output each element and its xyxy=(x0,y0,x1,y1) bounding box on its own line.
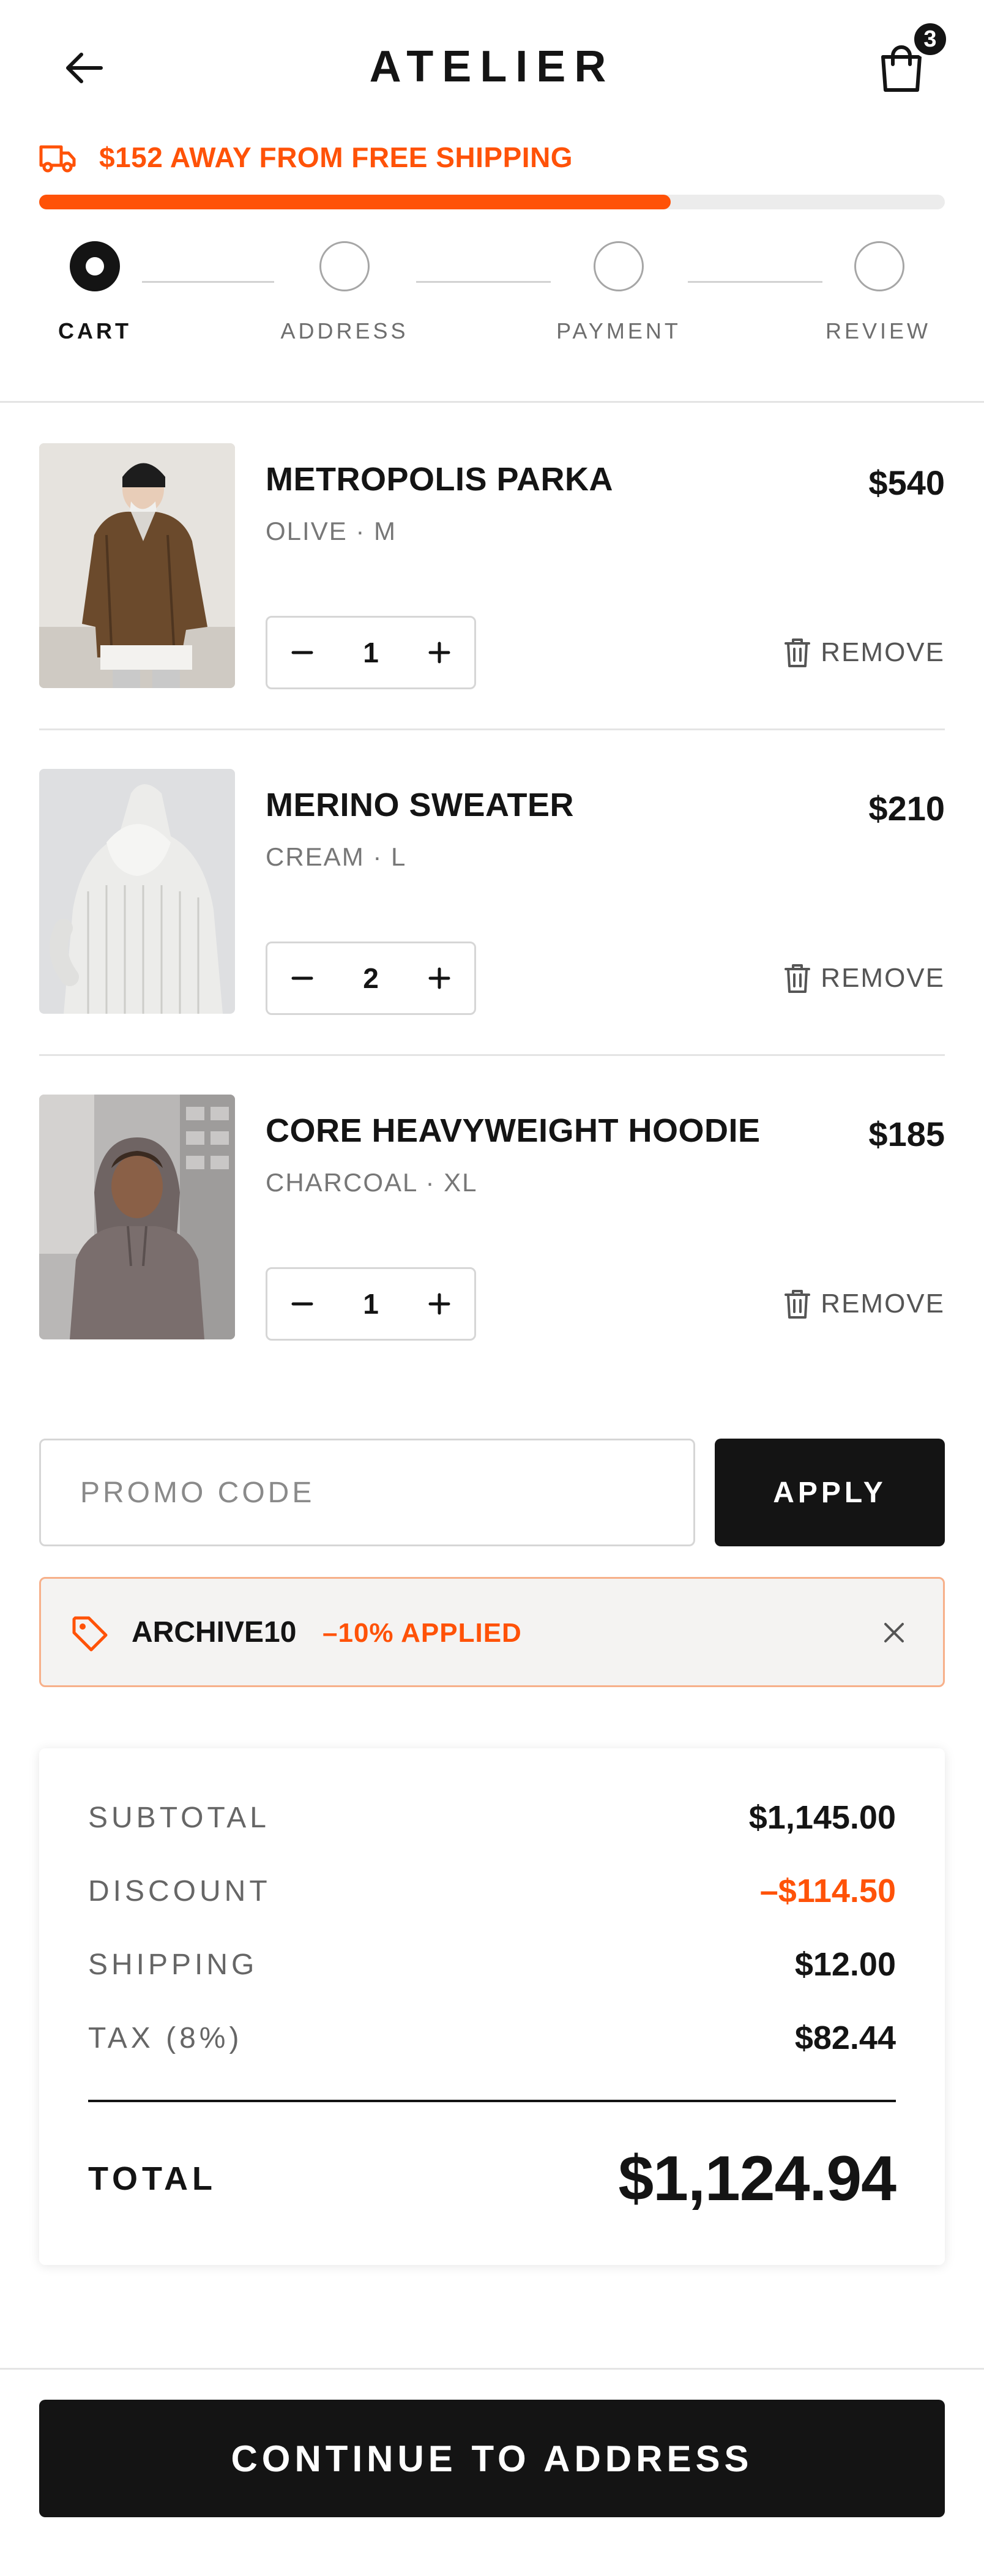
continue-to-address-button[interactable]: CONTINUE TO ADDRESS xyxy=(39,2400,945,2517)
step-address-indicator[interactable] xyxy=(319,241,370,291)
plus-icon xyxy=(428,967,450,989)
plus-icon xyxy=(428,1293,450,1315)
discount-value: –$114.50 xyxy=(759,1873,896,1909)
item-variant: OLIVE · M xyxy=(266,517,397,545)
step-review-label: REVIEW xyxy=(825,318,931,343)
discount-label: DISCOUNT xyxy=(88,1874,271,1908)
quantity-stepper: 1 xyxy=(266,616,476,689)
trash-icon xyxy=(785,1290,811,1319)
close-icon xyxy=(884,1623,904,1642)
step-cart-indicator[interactable] xyxy=(70,241,120,291)
step-address-label: ADDRESS xyxy=(280,318,409,343)
minus-icon xyxy=(291,651,313,654)
tax-label: TAX (8%) xyxy=(88,2021,243,2054)
shipping-value: $12.00 xyxy=(794,1946,896,1983)
step-payment-indicator[interactable] xyxy=(594,241,644,291)
cart-item: MERINO SWEATER $210 CREAM · L 2 REMOVE xyxy=(39,769,945,1015)
item-price: $540 xyxy=(868,463,945,502)
remove-label: REMOVE xyxy=(821,1289,945,1319)
summary-row-subtotal: SUBTOTAL $1,145.00 xyxy=(88,1796,896,1839)
item-divider xyxy=(39,728,945,730)
shipping-progress-bar xyxy=(39,195,945,209)
step-review-indicator[interactable] xyxy=(854,241,904,291)
quantity-stepper: 1 xyxy=(266,1267,476,1341)
subtotal-label: SUBTOTAL xyxy=(88,1801,270,1834)
item-name[interactable]: METROPOLIS PARKA xyxy=(266,460,613,498)
increase-quantity-button[interactable] xyxy=(422,635,457,670)
shipping-label: SHIPPING xyxy=(88,1948,258,1981)
total-label: TOTAL xyxy=(88,2160,217,2197)
trash-icon xyxy=(785,638,811,667)
product-image-hoodie[interactable] xyxy=(39,1095,235,1339)
minus-icon xyxy=(291,976,313,980)
cart-count-badge: 3 xyxy=(911,20,950,59)
item-name[interactable]: MERINO SWEATER xyxy=(266,786,574,824)
tax-value: $82.44 xyxy=(794,2020,896,2056)
shipping-progress-fill xyxy=(39,195,671,209)
remove-label: REMOVE xyxy=(821,963,945,993)
header-divider xyxy=(0,401,984,403)
summary-divider xyxy=(88,2100,896,2102)
step-cart-label: CART xyxy=(58,318,132,343)
quantity-value: 1 xyxy=(363,1288,379,1320)
trash-icon xyxy=(785,964,811,993)
decrease-quantity-button[interactable] xyxy=(285,960,320,996)
plus-icon xyxy=(428,642,450,664)
total-value: $1,124.94 xyxy=(618,2143,896,2214)
tag-icon xyxy=(72,1616,108,1652)
step-connector xyxy=(142,281,274,283)
remove-item-button[interactable]: REMOVE xyxy=(784,960,945,997)
increase-quantity-button[interactable] xyxy=(422,1286,457,1322)
item-name[interactable]: CORE HEAVYWEIGHT HOODIE xyxy=(266,1112,761,1150)
truck-icon xyxy=(39,145,76,173)
cart-item: METROPOLIS PARKA $540 OLIVE · M 1 REMOVE xyxy=(39,443,945,689)
promo-code-input[interactable] xyxy=(39,1439,695,1546)
subtotal-value: $1,145.00 xyxy=(748,1799,896,1836)
product-image-parka[interactable] xyxy=(39,443,235,688)
step-connector xyxy=(416,281,551,283)
increase-quantity-button[interactable] xyxy=(422,960,457,996)
footer-divider xyxy=(0,2368,984,2370)
step-connector xyxy=(688,281,822,283)
free-shipping-banner: $152 AWAY FROM FREE SHIPPING xyxy=(39,136,573,179)
item-variant: CHARCOAL · XL xyxy=(266,1168,478,1197)
item-price: $185 xyxy=(868,1115,945,1153)
product-image-sweater[interactable] xyxy=(39,769,235,1014)
remove-coupon-button[interactable] xyxy=(874,1613,914,1652)
remove-item-button[interactable]: REMOVE xyxy=(784,1286,945,1322)
shipping-message: $152 AWAY FROM FREE SHIPPING xyxy=(99,141,573,173)
step-payment-label: PAYMENT xyxy=(556,318,681,343)
item-divider xyxy=(39,1054,945,1056)
app-header: ATELIER 3 xyxy=(0,0,984,135)
brand-logo[interactable]: ATELIER xyxy=(0,42,984,92)
remove-label: REMOVE xyxy=(821,637,945,667)
order-summary-card: SUBTOTAL $1,145.00 DISCOUNT –$114.50 SHI… xyxy=(39,1748,945,2265)
remove-item-button[interactable]: REMOVE xyxy=(784,634,945,671)
minus-icon xyxy=(291,1302,313,1306)
summary-row-tax: TAX (8%) $82.44 xyxy=(88,2016,896,2059)
quantity-value: 2 xyxy=(363,962,379,994)
apply-promo-button[interactable]: APPLY xyxy=(715,1439,945,1546)
summary-row-shipping: SHIPPING $12.00 xyxy=(88,1943,896,1986)
decrease-quantity-button[interactable] xyxy=(285,635,320,670)
summary-row-discount: DISCOUNT –$114.50 xyxy=(88,1870,896,1912)
quantity-stepper: 2 xyxy=(266,942,476,1015)
cart-item: CORE HEAVYWEIGHT HOODIE $185 CHARCOAL · … xyxy=(39,1095,945,1341)
coupon-code: ARCHIVE10 xyxy=(132,1616,297,1649)
checkout-stepper: CART ADDRESS PAYMENT REVIEW xyxy=(0,236,984,359)
decrease-quantity-button[interactable] xyxy=(285,1286,320,1322)
coupon-discount-note: –10% APPLIED xyxy=(322,1618,522,1648)
item-variant: CREAM · L xyxy=(266,842,407,871)
applied-coupon-banner: ARCHIVE10 –10% APPLIED xyxy=(39,1577,945,1687)
summary-row-total: TOTAL $1,124.94 xyxy=(88,2143,896,2214)
item-price: $210 xyxy=(868,789,945,828)
quantity-value: 1 xyxy=(363,637,379,668)
